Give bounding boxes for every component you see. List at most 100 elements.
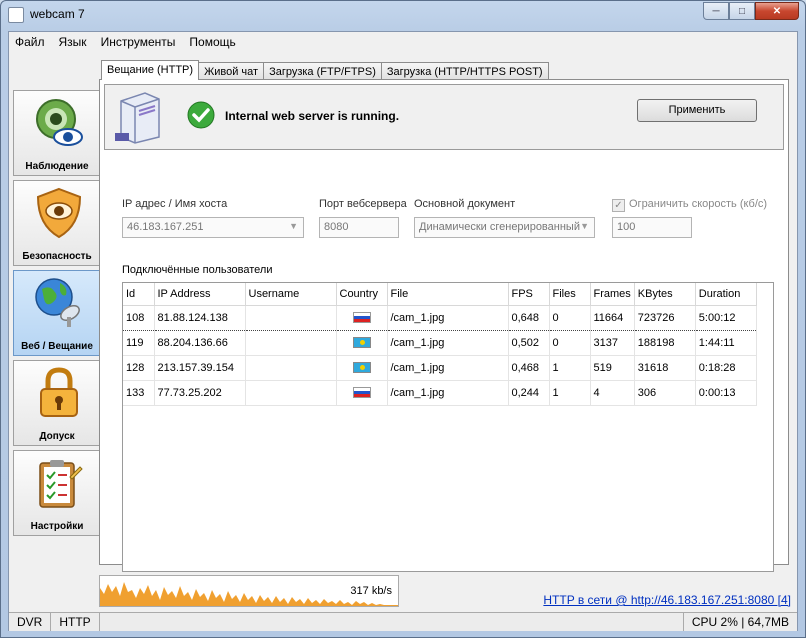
sidebar-item-settings[interactable]: Настройки — [13, 450, 101, 536]
cell-frames: 519 — [590, 355, 635, 381]
sidebar-item-security[interactable]: Безопасность — [13, 180, 101, 266]
apply-button[interactable]: Применить — [637, 99, 757, 122]
cell-kbytes: 723726 — [634, 304, 696, 331]
clipboard-checklist-icon — [39, 460, 83, 508]
shield-eye-icon — [36, 187, 82, 239]
table-row[interactable]: 119 88.204.136.66 /cam_1.jpg 0,502 0 313… — [123, 330, 757, 356]
globe-satellite-icon — [35, 278, 80, 327]
cell-username — [245, 355, 337, 381]
table-row[interactable]: 128 213.157.39.154 /cam_1.jpg 0,468 1 51… — [123, 355, 757, 381]
column-header[interactable]: Country — [336, 283, 388, 306]
tab-live-chat[interactable]: Живой чат — [198, 62, 265, 80]
tab-bar: Вещание (HTTP) Живой чат Загрузка (FTP/F… — [101, 60, 549, 80]
status-dvr: DVR — [9, 613, 52, 631]
connected-users-label: Подключённые пользователи — [122, 264, 273, 276]
sidebar-item-label: Наблюдение — [25, 161, 89, 172]
minimize-button[interactable]: ─ — [703, 2, 729, 20]
cell-file: /cam_1.jpg — [387, 304, 509, 331]
broadcast-panel: Internal web server is running. Применит… — [99, 79, 789, 572]
cell-country — [336, 355, 388, 381]
status-bar: DVR HTTP CPU 2% | 64,7MB — [9, 612, 797, 631]
column-header[interactable]: Id — [123, 283, 155, 306]
maximize-button[interactable]: □ — [729, 2, 755, 20]
flag-kazakhstan-icon — [352, 362, 371, 374]
cell-file: /cam_1.jpg — [387, 355, 509, 381]
table-row[interactable]: 108 81.88.124.138 /cam_1.jpg 0,648 0 116… — [123, 304, 757, 331]
cell-ip: 81.88.124.138 — [154, 304, 246, 331]
limit-speed-checkbox[interactable]: ✓ — [612, 199, 625, 212]
server-status-text: Internal web server is running. — [225, 109, 400, 123]
column-header[interactable]: Frames — [590, 283, 635, 306]
cell-username — [245, 380, 337, 406]
cell-country — [336, 330, 388, 356]
sidebar: Наблюдение Безопасность Веб / Вещание До… — [13, 90, 101, 540]
status-http: HTTP — [51, 613, 100, 631]
limit-speed-field[interactable]: 100 — [612, 217, 692, 238]
cell-id: 119 — [123, 330, 155, 356]
column-header[interactable]: FPS — [508, 283, 550, 306]
sidebar-item-label: Настройки — [30, 521, 84, 532]
connected-users-table[interactable]: Id IP Address Username Country File FPS … — [122, 282, 774, 572]
sidebar-item-label: Веб / Вещание — [21, 341, 93, 352]
flag-russia-icon — [352, 387, 371, 399]
column-header[interactable]: IP Address — [154, 283, 246, 306]
cell-ip: 88.204.136.66 — [154, 330, 246, 356]
document-value: Динамически сгенерированный — [419, 221, 580, 233]
cell-files: 1 — [549, 380, 591, 406]
ip-combo[interactable]: 46.183.167.251 ▼ — [122, 217, 304, 238]
cell-file: /cam_1.jpg — [387, 380, 509, 406]
tab-upload-ftp[interactable]: Загрузка (FTP/FTPS) — [263, 62, 382, 80]
sidebar-item-web-broadcast[interactable]: Веб / Вещание — [13, 270, 101, 356]
traffic-graph-box: 317 kb/s — [99, 575, 399, 607]
tab-upload-http-post[interactable]: Загрузка (HTTP/HTTPS POST) — [380, 62, 549, 80]
sidebar-item-monitoring[interactable]: Наблюдение — [13, 90, 101, 176]
cell-country — [336, 380, 388, 406]
ip-label: IP адрес / Имя хоста — [122, 198, 228, 210]
cell-kbytes: 306 — [634, 380, 696, 406]
menu-file[interactable]: Файл — [15, 35, 45, 49]
tab-broadcast-http[interactable]: Вещание (HTTP) — [101, 60, 200, 80]
sidebar-item-label: Допуск — [39, 431, 75, 442]
cell-fps: 0,468 — [508, 355, 550, 381]
document-label: Основной документ — [414, 198, 516, 210]
column-header[interactable]: Files — [549, 283, 591, 306]
cell-fps: 0,648 — [508, 304, 550, 331]
client-area: Файл Язык Инструменты Помощь Наблюдение — [8, 31, 798, 631]
ip-value: 46.183.167.251 — [127, 221, 204, 233]
document-combo[interactable]: Динамически сгенерированный ▼ — [414, 217, 595, 238]
cell-duration: 5:00:12 — [695, 304, 757, 331]
cell-fps: 0,502 — [508, 330, 550, 356]
flag-russia-icon — [352, 312, 371, 324]
window-title: webcam 7 — [30, 7, 85, 21]
menu-help[interactable]: Помощь — [189, 35, 235, 49]
limit-speed-label: Ограничить скорость (кб/с) — [629, 198, 768, 210]
sidebar-item-label: Безопасность — [22, 251, 92, 262]
table-row[interactable]: 133 77.73.25.202 /cam_1.jpg 0,244 1 4 30… — [123, 380, 757, 406]
cell-id: 108 — [123, 304, 155, 331]
column-header[interactable]: File — [387, 283, 509, 306]
cell-frames: 3137 — [590, 330, 635, 356]
flag-kazakhstan-icon — [352, 337, 371, 349]
menu-tools[interactable]: Инструменты — [101, 35, 176, 49]
cell-id: 128 — [123, 355, 155, 381]
menu-language[interactable]: Язык — [59, 35, 87, 49]
sidebar-item-access[interactable]: Допуск — [13, 360, 101, 446]
title-bar[interactable]: webcam 7 ─ □ ✕ — [1, 1, 805, 29]
cell-file: /cam_1.jpg — [387, 330, 509, 356]
status-cpu-memory: CPU 2% | 64,7MB — [682, 613, 797, 631]
column-header[interactable]: KBytes — [634, 283, 696, 306]
cell-username — [245, 304, 337, 331]
app-icon — [8, 7, 24, 23]
check-icon — [187, 101, 215, 129]
http-status-link[interactable]: HTTP в сети @ http://46.183.167.251:8080… — [543, 593, 791, 607]
table-header-row: Id IP Address Username Country File FPS … — [123, 283, 757, 306]
menu-bar: Файл Язык Инструменты Помощь — [9, 32, 797, 52]
column-header[interactable]: Username — [245, 283, 337, 306]
cell-kbytes: 188198 — [634, 330, 696, 356]
cell-ip: 77.73.25.202 — [154, 380, 246, 406]
chevron-down-icon: ▼ — [289, 221, 298, 231]
column-header[interactable]: Duration — [695, 283, 757, 306]
port-label: Порт вебсервера — [319, 198, 407, 210]
port-field[interactable]: 8080 — [319, 217, 399, 238]
close-button[interactable]: ✕ — [755, 2, 799, 20]
